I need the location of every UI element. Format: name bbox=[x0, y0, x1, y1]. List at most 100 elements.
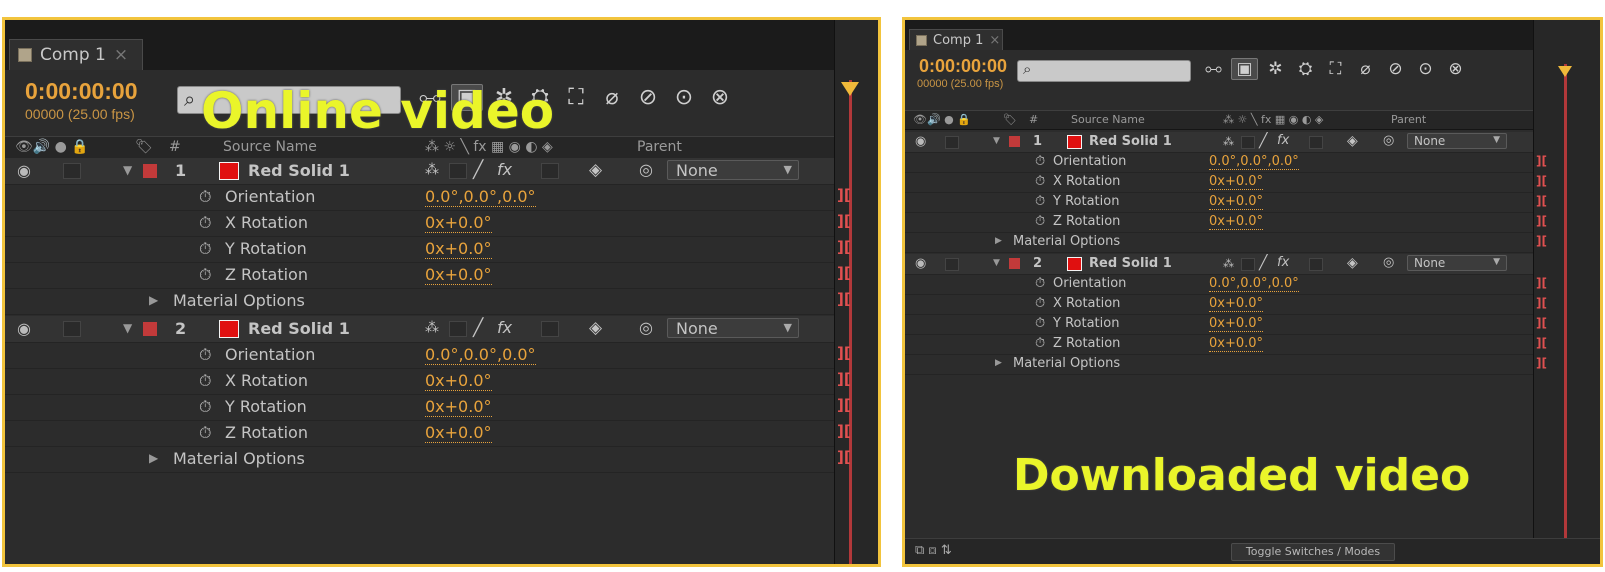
3d-layer-icon[interactable]: ◈ bbox=[589, 318, 602, 338]
layer-row[interactable]: ◉ ▼ 1 Red Solid 1 ⁂ ╱ fx ◈ ◎ None ▼ bbox=[5, 158, 878, 185]
stopwatch-icon[interactable]: ⏱ bbox=[199, 397, 211, 417]
property-value[interactable]: 0x+0.0° bbox=[1209, 316, 1264, 332]
hide-shy-layers-icon[interactable]: ⛭ bbox=[1293, 59, 1318, 79]
stopwatch-icon[interactable]: ⏱ bbox=[199, 423, 211, 443]
layer-name[interactable]: Red Solid 1 bbox=[248, 319, 350, 338]
eye-icon[interactable]: ◉ bbox=[17, 319, 31, 338]
brainstorm-icon[interactable]: ⊘ bbox=[633, 85, 663, 110]
property-row[interactable]: ⏱ Orientation 0.0°,0.0°,0.0° bbox=[5, 184, 878, 211]
layer-name[interactable]: Red Solid 1 bbox=[1089, 256, 1172, 271]
current-time[interactable]: 0:00:00:00 bbox=[919, 56, 1007, 77]
stopwatch-icon[interactable]: ⏱ bbox=[1035, 214, 1045, 229]
stopwatch-icon[interactable]: ⏱ bbox=[199, 187, 211, 207]
3d-layer-icon[interactable]: ◈ bbox=[589, 160, 602, 180]
stopwatch-icon[interactable]: ⏱ bbox=[199, 371, 211, 391]
quality-switch-icon[interactable]: ╱ bbox=[473, 318, 483, 338]
eye-icon[interactable]: ◉ bbox=[915, 134, 926, 149]
property-row[interactable]: ⏱ Z Rotation 0x+0.0° bbox=[905, 212, 1600, 233]
property-value[interactable]: 0.0°,0.0°,0.0° bbox=[425, 187, 536, 207]
frame-blending-icon[interactable]: ⛶ bbox=[1323, 59, 1348, 79]
stopwatch-icon[interactable]: ⏱ bbox=[199, 213, 211, 233]
property-row[interactable]: ⏱ X Rotation 0x+0.0° bbox=[905, 294, 1600, 315]
property-group-row[interactable]: ▶ Material Options bbox=[5, 288, 878, 315]
fx-switch-icon[interactable]: fx bbox=[1277, 133, 1289, 148]
frame-blending-icon[interactable]: ⛶ bbox=[561, 85, 591, 110]
property-value[interactable]: 0.0°,0.0°,0.0° bbox=[1209, 276, 1299, 292]
graph-editor-icon[interactable]: ⊗ bbox=[705, 85, 735, 110]
property-value[interactable]: 0x+0.0° bbox=[1209, 194, 1264, 210]
property-value[interactable]: 0x+0.0° bbox=[1209, 174, 1264, 190]
brainstorm-icon[interactable]: ⊘ bbox=[1383, 59, 1408, 79]
pick-whip-icon[interactable]: ◎ bbox=[1383, 255, 1394, 270]
property-row[interactable]: ⏱ X Rotation 0x+0.0° bbox=[905, 172, 1600, 193]
timeline-area[interactable]: ][ ][ ][ ][ ][ ][ ][ ][ ][ ][ bbox=[1533, 20, 1600, 564]
shy-switch-icon[interactable]: ⁂ bbox=[425, 320, 439, 336]
property-group-row[interactable]: ▶ Material Options bbox=[905, 354, 1600, 375]
property-row[interactable]: ⏱ Orientation 0.0°,0.0°,0.0° bbox=[5, 342, 878, 369]
pick-whip-icon[interactable]: ◎ bbox=[639, 318, 653, 337]
property-value[interactable]: 0x+0.0° bbox=[425, 213, 492, 233]
source-name-header[interactable]: Source Name bbox=[1071, 113, 1145, 126]
draft-3d-icon[interactable]: ✲ bbox=[1263, 59, 1288, 79]
parent-dropdown[interactable]: None ▼ bbox=[1407, 133, 1507, 149]
pick-whip-icon[interactable]: ◎ bbox=[1383, 133, 1394, 148]
live-update-icon[interactable]: ▣ bbox=[1231, 58, 1258, 80]
stopwatch-icon[interactable]: ⏱ bbox=[199, 265, 211, 285]
expand-down-icon[interactable]: ▼ bbox=[993, 258, 1000, 268]
property-group-row[interactable]: ▶ Material Options bbox=[905, 232, 1600, 253]
property-value[interactable]: 0x+0.0° bbox=[1209, 296, 1264, 312]
layer-name[interactable]: Red Solid 1 bbox=[248, 161, 350, 180]
property-value[interactable]: 0x+0.0° bbox=[425, 397, 492, 417]
eye-icon[interactable]: ◉ bbox=[915, 256, 926, 271]
stopwatch-icon[interactable]: ⏱ bbox=[1035, 336, 1045, 351]
close-icon[interactable]: × bbox=[989, 33, 1000, 48]
stopwatch-icon[interactable]: ⏱ bbox=[199, 345, 211, 365]
shy-switch-icon[interactable]: ⁂ bbox=[1223, 135, 1234, 148]
property-value[interactable]: 0x+0.0° bbox=[425, 265, 492, 285]
expand-right-icon[interactable]: ▶ bbox=[995, 358, 1002, 368]
search-input[interactable]: ⌕ bbox=[1017, 60, 1191, 82]
property-row[interactable]: ⏱ Z Rotation 0x+0.0° bbox=[905, 334, 1600, 355]
auto-keyframe-icon[interactable]: ⊙ bbox=[669, 85, 699, 110]
expand-right-icon[interactable]: ▶ bbox=[995, 236, 1002, 246]
auto-keyframe-icon[interactable]: ⊙ bbox=[1413, 59, 1438, 79]
shy-switch-icon[interactable]: ⁂ bbox=[1223, 257, 1234, 270]
property-row[interactable]: ⏱ Y Rotation 0x+0.0° bbox=[5, 236, 878, 263]
close-icon[interactable]: × bbox=[114, 45, 128, 65]
timeline-area[interactable]: ][ ][ ][ ][ ][ ][ ][ ][ ][ ][ bbox=[834, 20, 878, 564]
parent-dropdown[interactable]: None ▼ bbox=[667, 318, 799, 338]
stopwatch-icon[interactable]: ⏱ bbox=[1035, 154, 1045, 169]
expand-down-icon[interactable]: ▼ bbox=[123, 163, 132, 177]
quality-switch-icon[interactable]: ╱ bbox=[473, 160, 483, 180]
expand-right-icon[interactable]: ▶ bbox=[149, 293, 158, 307]
current-time[interactable]: 0:00:00:00 bbox=[25, 78, 138, 105]
parent-dropdown[interactable]: None ▼ bbox=[667, 160, 799, 180]
layer-name[interactable]: Red Solid 1 bbox=[1089, 134, 1172, 149]
pick-whip-icon[interactable]: ◎ bbox=[639, 160, 653, 179]
property-value[interactable]: 0x+0.0° bbox=[1209, 336, 1264, 352]
stopwatch-icon[interactable]: ⏱ bbox=[1035, 296, 1045, 311]
source-name-header[interactable]: Source Name bbox=[223, 139, 317, 155]
playhead-icon[interactable] bbox=[841, 82, 859, 96]
expand-down-icon[interactable]: ▼ bbox=[993, 136, 1000, 146]
property-row[interactable]: ⏱ Z Rotation 0x+0.0° bbox=[5, 420, 878, 447]
property-value[interactable]: 0.0°,0.0°,0.0° bbox=[1209, 154, 1299, 170]
motion-blur-icon[interactable]: ⌀ bbox=[1353, 59, 1378, 79]
toggle-switches-modes-button[interactable]: Toggle Switches / Modes bbox=[1231, 543, 1395, 561]
graph-editor-icon[interactable]: ⊗ bbox=[1443, 59, 1468, 79]
expand-down-icon[interactable]: ▼ bbox=[123, 321, 132, 335]
3d-layer-icon[interactable]: ◈ bbox=[1347, 255, 1358, 271]
stopwatch-icon[interactable]: ⏱ bbox=[1035, 316, 1045, 331]
stopwatch-icon[interactable]: ⏱ bbox=[199, 239, 211, 259]
property-row[interactable]: ⏱ Y Rotation 0x+0.0° bbox=[905, 192, 1600, 213]
expand-right-icon[interactable]: ▶ bbox=[149, 451, 158, 465]
parent-dropdown[interactable]: None ▼ bbox=[1407, 255, 1507, 271]
current-time-indicator[interactable] bbox=[1564, 64, 1567, 564]
property-row[interactable]: ⏱ Z Rotation 0x+0.0° bbox=[5, 262, 878, 289]
shy-switch-icon[interactable]: ⁂ bbox=[425, 162, 439, 178]
quality-switch-icon[interactable]: ╱ bbox=[1259, 133, 1267, 149]
quality-switch-icon[interactable]: ╱ bbox=[1259, 255, 1267, 271]
stopwatch-icon[interactable]: ⏱ bbox=[1035, 276, 1045, 291]
property-row[interactable]: ⏱ Orientation 0.0°,0.0°,0.0° bbox=[905, 274, 1600, 295]
layer-row[interactable]: ◉ ▼ 2 Red Solid 1 ⁂ ╱ fx ◈ ◎ None ▼ bbox=[5, 316, 878, 343]
